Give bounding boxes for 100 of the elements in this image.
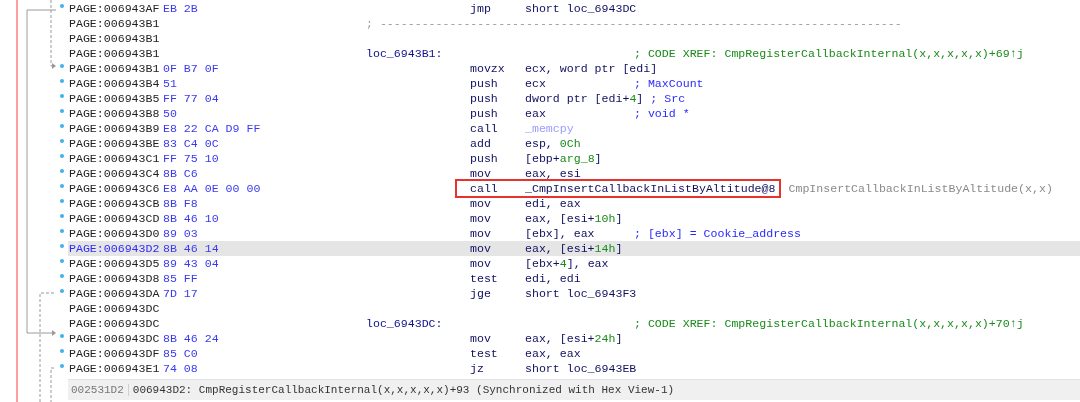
line-address: PAGE:006943AF	[69, 1, 161, 16]
mnemonic: mov	[470, 166, 492, 181]
line-dot-icon	[60, 348, 64, 353]
line-address: PAGE:006943CD	[69, 211, 161, 226]
code-line[interactable]: PAGE:006943D0 89 03 mov [ebx], eax ; [ebx] = Cookie_address	[68, 226, 1080, 241]
operand: ecx, word ptr [edi]	[525, 61, 658, 76]
opcode-bytes: 50	[163, 106, 178, 121]
line-dot-icon	[60, 123, 64, 128]
code-line[interactable]: PAGE:006943DC	[68, 301, 1080, 316]
line-address: PAGE:006943B9	[69, 121, 161, 136]
operand: eax, esi	[525, 166, 582, 181]
mnemonic: call	[470, 181, 499, 196]
line-address: PAGE:006943DC	[69, 331, 161, 346]
code-line[interactable]: PAGE:006943BE 83 C4 0C add esp, 0Ch	[68, 136, 1080, 151]
line-address: PAGE:006943B1	[69, 16, 161, 31]
mnemonic: test	[470, 346, 499, 361]
xref-comment: ; CODE XREF: CmpRegisterCallbackInternal(x,x,x,x,x)+69↑j	[634, 46, 1024, 61]
line-dot-icon	[60, 153, 64, 158]
line-address: PAGE:006943DA	[69, 286, 161, 301]
mnemonic: jge	[470, 286, 492, 301]
opcode-bytes: 8B 46 14	[163, 241, 220, 256]
line-address: PAGE:006943D2	[69, 241, 161, 256]
code-label[interactable]: loc_6943DC:	[366, 316, 470, 331]
opcode-bytes: 83 C4 0C	[163, 136, 220, 151]
line-address: PAGE:006943C1	[69, 151, 161, 166]
code-comment: ; MaxCount	[634, 76, 704, 91]
status-location: 006943D2: CmpRegisterCallbackInternal(x,x,x,x,x)+93 (Synchronized with Hex View-1)	[131, 384, 675, 396]
opcode-bytes: E8 22 CA D9 FF	[163, 121, 262, 136]
code-line[interactable]: PAGE:006943CB 8B F8 mov edi, eax	[68, 196, 1080, 211]
mnemonic: push	[470, 76, 499, 91]
code-line[interactable]: PAGE:006943B1 loc_6943B1: ; CODE XREF: CmpRegisterCallbackInternal(x,x,x,x,x)+69↑j	[68, 46, 1080, 61]
mnemonic: mov	[470, 226, 492, 241]
line-address: PAGE:006943B8	[69, 106, 161, 121]
mnemonic: mov	[470, 241, 492, 256]
mnemonic: jmp	[470, 1, 492, 16]
mnemonic: jz	[470, 361, 485, 376]
operand: _memcpy	[525, 121, 575, 136]
line-address: PAGE:006943D5	[69, 256, 161, 271]
line-dot-icon	[60, 243, 64, 248]
mnemonic: add	[470, 136, 492, 151]
line-address: PAGE:006943DF	[69, 346, 161, 361]
opcode-bytes: FF 77 04	[163, 91, 220, 106]
line-address: PAGE:006943B5	[69, 91, 161, 106]
operand: _CmpInsertCallbackInListByAltitude@8	[525, 181, 776, 196]
code-line[interactable]: PAGE:006943CD 8B 46 10 mov eax, [esi+10h]	[68, 211, 1080, 226]
code-line[interactable]: PAGE:006943AF EB 2B jmp short loc_6943DC	[68, 1, 1080, 16]
operand: eax, eax	[525, 346, 582, 361]
opcode-bytes: 0F B7 0F	[163, 61, 220, 76]
line-dot-icon	[60, 138, 64, 143]
operand: eax, [esi+14h]	[525, 241, 624, 256]
mnemonic: push	[470, 106, 499, 121]
code-line[interactable]: PAGE:006943DC 8B 46 24 mov eax, [esi+24h]	[68, 331, 1080, 346]
code-line[interactable]: PAGE:006943C4 8B C6 mov eax, esi	[68, 166, 1080, 181]
code-line[interactable]: PAGE:006943D5 89 43 04 mov [ebx+4], eax	[68, 256, 1080, 271]
opcode-bytes: 8B C6	[163, 166, 199, 181]
operand: [ebp+arg_8]	[525, 151, 603, 166]
opcode-bytes: 8B F8	[163, 196, 199, 211]
code-line[interactable]: PAGE:006943B8 50 push eax ; void *	[68, 106, 1080, 121]
line-address: PAGE:006943D0	[69, 226, 161, 241]
line-address: PAGE:006943B1	[69, 61, 161, 76]
operand: short loc_6943EB	[525, 361, 637, 376]
opcode-bytes: 74 08	[163, 361, 199, 376]
code-line[interactable]: PAGE:006943B9 E8 22 CA D9 FF call _memcpy	[68, 121, 1080, 136]
line-address: PAGE:006943B1	[69, 46, 161, 61]
code-label[interactable]: loc_6943B1:	[366, 46, 470, 61]
code-line[interactable]: PAGE:006943D8 85 FF test edi, edi	[68, 271, 1080, 286]
code-line[interactable]: PAGE:006943B1 ; ---------------------------------------------------------------------------	[68, 16, 1080, 31]
operand: eax, [esi+10h]	[525, 211, 624, 226]
opcode-bytes: 8B 46 24	[163, 331, 220, 346]
opcode-bytes: EB 2B	[163, 1, 199, 16]
code-line[interactable]: PAGE:006943B1	[68, 31, 1080, 46]
mnemonic: mov	[470, 211, 492, 226]
line-address: PAGE:006943D8	[69, 271, 161, 286]
code-line[interactable]: PAGE:006943B1 0F B7 0F movzx ecx, word ptr [edi]	[68, 61, 1080, 76]
opcode-bytes: 89 43 04	[163, 256, 220, 271]
opcode-bytes: 89 03	[163, 226, 199, 241]
code-line[interactable]: PAGE:006943E1 74 08 jz short loc_6943EB	[68, 361, 1080, 376]
line-dot-icon	[60, 333, 64, 338]
code-comment: ; [ebx] = Cookie_address	[634, 226, 801, 241]
code-comment: CmpInsertCallbackInListByAltitude(x,x)	[788, 181, 1053, 196]
line-dot-icon	[60, 363, 64, 368]
code-line[interactable]: PAGE:006943DF 85 C0 test eax, eax	[68, 346, 1080, 361]
line-dot-icon	[60, 108, 64, 113]
opcode-bytes: FF 75 10	[163, 151, 220, 166]
code-line[interactable]: PAGE:006943C1 FF 75 10 push [ebp+arg_8]	[68, 151, 1080, 166]
mnemonic: mov	[470, 256, 492, 271]
code-line[interactable]: PAGE:006943B4 51 push ecx ; MaxCount	[68, 76, 1080, 91]
mnemonic: mov	[470, 331, 492, 346]
status-offset: 002531D2	[68, 384, 129, 396]
line-dot-icon	[60, 258, 64, 263]
line-dot-icon	[60, 273, 64, 278]
code-comment: ; void *	[634, 106, 690, 121]
mnemonic: mov	[470, 196, 492, 211]
code-line[interactable]: PAGE:006943DA 7D 17 jge short loc_6943F3	[68, 286, 1080, 301]
code-line[interactable]: PAGE:006943B5 FF 77 04 push dword ptr [edi+4] ; Src	[68, 91, 1080, 106]
code-line[interactable]: PAGE:006943C6 E8 AA 0E 00 00 call _CmpInsertCallbackInListByAltitude@8 CmpInsertCallbackInListByAltitude(x,x)	[68, 181, 1080, 196]
code-line[interactable]: PAGE:006943DC loc_6943DC: ; CODE XREF: CmpRegisterCallbackInternal(x,x,x,x,x)+70↑j	[68, 316, 1080, 331]
line-address: PAGE:006943CB	[69, 196, 161, 211]
line-address: PAGE:006943DC	[69, 316, 161, 331]
line-address: PAGE:006943B4	[69, 76, 161, 91]
